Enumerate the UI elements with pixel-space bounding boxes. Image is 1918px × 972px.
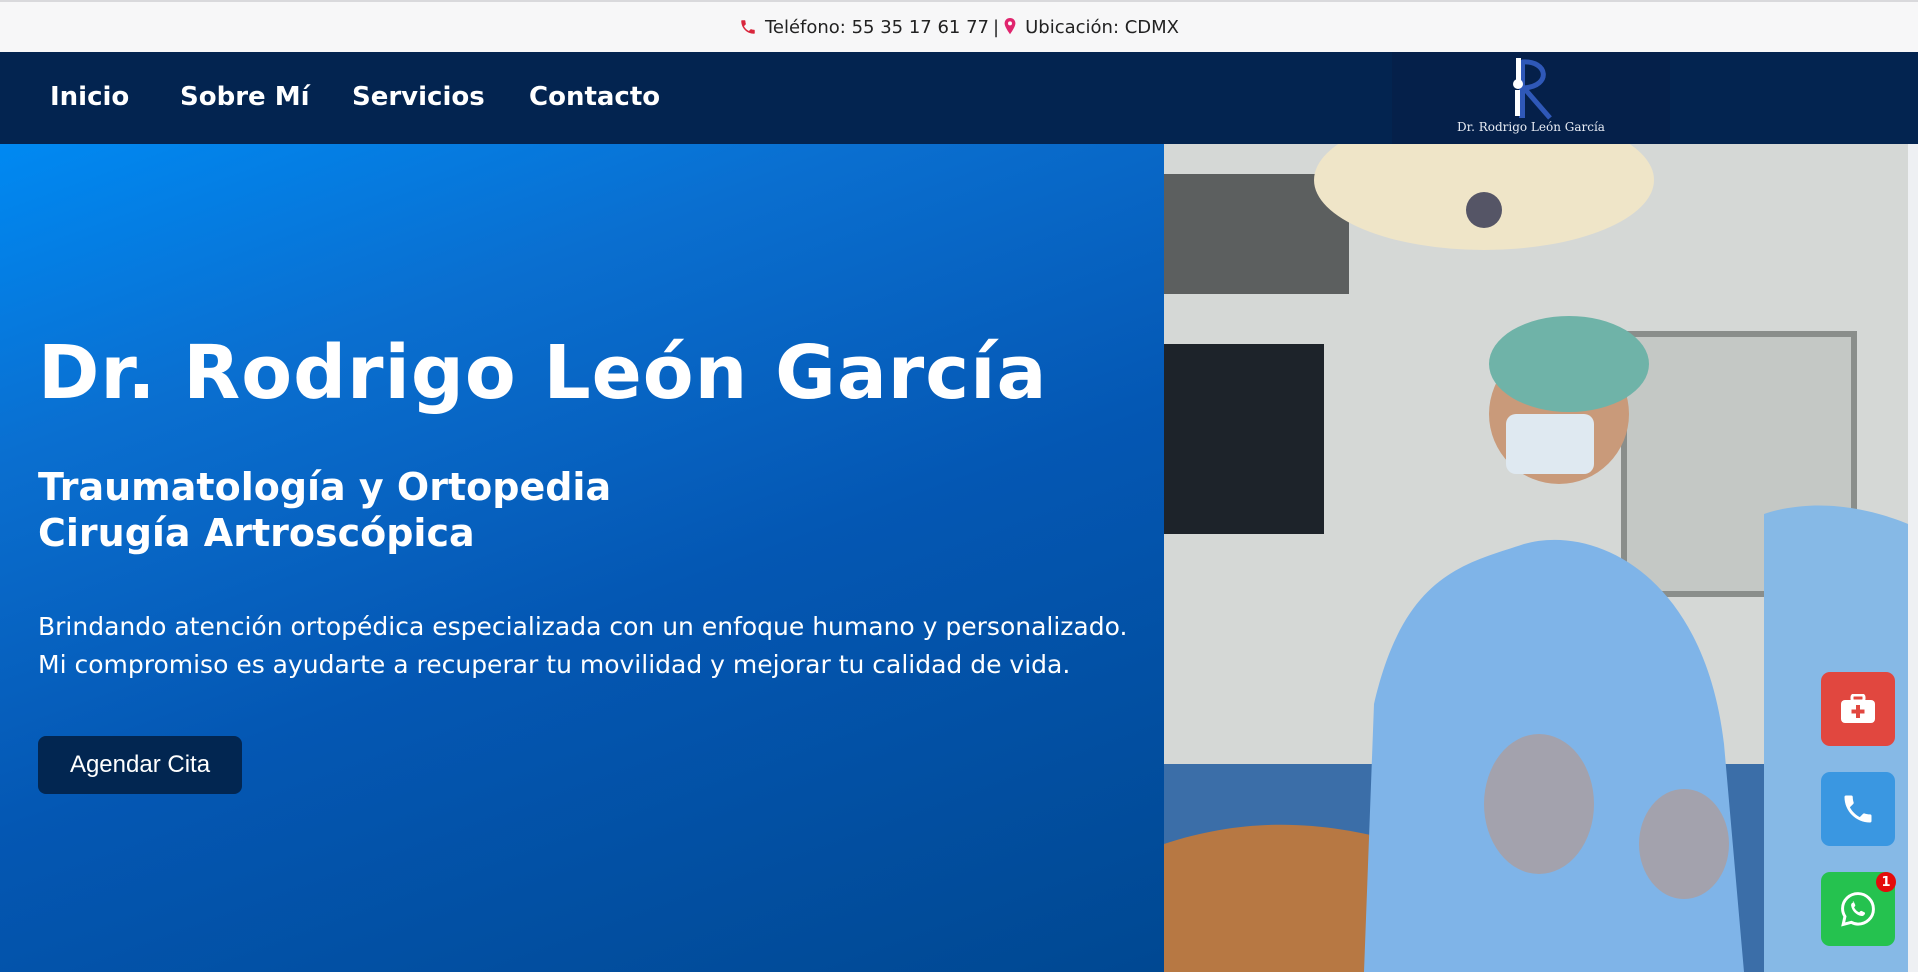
medical-services-button[interactable] [1821, 672, 1895, 746]
call-button[interactable] [1821, 772, 1895, 846]
phone-handset-icon [1844, 795, 1872, 823]
hero-title: Dr. Rodrigo León García [38, 330, 1048, 416]
phone-icon [739, 18, 757, 36]
hero-description: Brindando atención ortopédica especializ… [38, 608, 1127, 684]
hero-description-line2: Mi compromiso es ayudarte a recuperar tu… [38, 650, 1071, 679]
whatsapp-icon [1841, 892, 1875, 927]
surgery-photo [1164, 144, 1908, 972]
nav-inicio[interactable]: Inicio [50, 82, 129, 112]
schedule-appointment-button[interactable]: Agendar Cita [38, 736, 242, 794]
nav-servicios[interactable]: Servicios [352, 82, 485, 112]
hero-description-line1: Brindando atención ortopédica especializ… [38, 612, 1128, 641]
phone-text[interactable]: Teléfono: 55 35 17 61 77 [765, 17, 989, 38]
logo-text: Dr. Rodrigo León García [1457, 120, 1605, 134]
hero-subtitle-line2: Cirugía Artroscópica [38, 511, 475, 555]
map-pin-icon [1003, 18, 1017, 36]
hero-subtitle: Traumatología y Ortopedia Cirugía Artros… [38, 464, 611, 556]
location-text: Ubicación: CDMX [1025, 16, 1180, 38]
nav-sobre-mi[interactable]: Sobre Mí [180, 82, 310, 112]
medical-kit-icon [1841, 694, 1875, 723]
nav-contacto[interactable]: Contacto [529, 82, 660, 112]
top-info-bar: Teléfono: 55 35 17 61 77 | Ubicación: CD… [0, 0, 1918, 52]
site-logo[interactable]: Dr. Rodrigo León García [1392, 52, 1670, 144]
hero-subtitle-line1: Traumatología y Ortopedia [38, 465, 612, 509]
separator: | [993, 16, 1000, 38]
page-scrollbar[interactable] [1908, 144, 1918, 972]
notification-badge: 1 [1876, 872, 1896, 892]
logo-mark [1513, 58, 1552, 120]
hero-section: Dr. Rodrigo León García Traumatología y … [0, 144, 1164, 972]
